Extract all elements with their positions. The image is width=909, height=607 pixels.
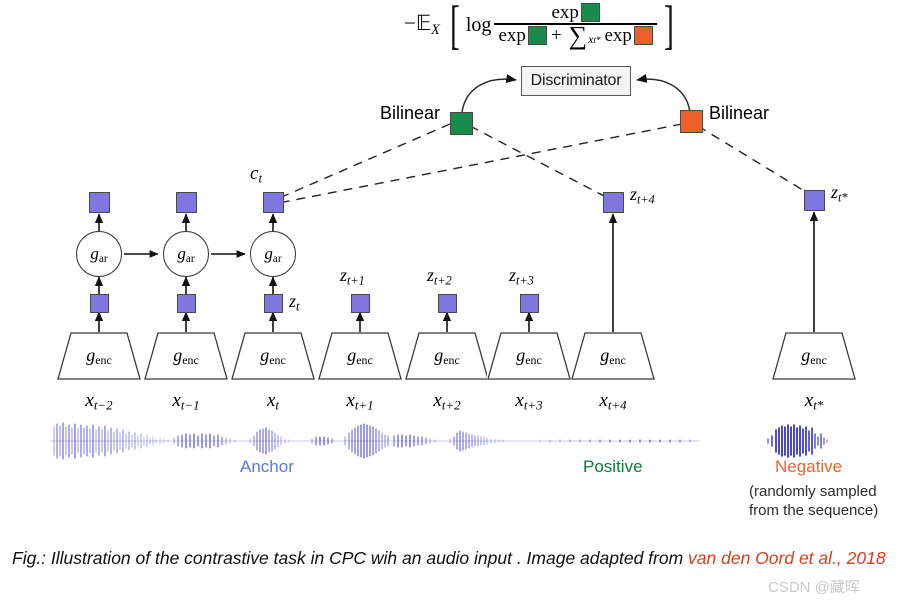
encoder-node-8: genc [772,332,856,380]
dashed-green-to-ct [283,123,451,197]
formula-prefix: −𝔼X [404,10,440,38]
encoder-label-1: genc [86,344,112,367]
context-square-2-icon [176,192,197,213]
latent-square-1-icon [90,294,109,313]
latent-square-2-icon [177,294,196,313]
latent-square-zt1-icon [351,294,370,313]
waveform-negative-strokes [767,424,828,458]
orange-to-discriminator-arrow [636,74,691,113]
gar-node-1: gar [76,231,122,277]
gar-node-3: gar [250,231,296,277]
latent-label-ztstar: zt* [831,182,848,205]
formula-numerator: exp [547,2,603,23]
denominator-green-square-icon [527,26,547,46]
latent-label-zt3: zt+3 [509,265,534,288]
negative-note: (randomly sampled from the sequence) [749,482,878,520]
bilinear-orange-square-icon [680,110,703,133]
discriminator-box[interactable]: Discriminator [521,66,631,96]
context-square-1-icon [89,192,110,213]
latent-square-zt2-icon [438,294,457,313]
numerator-exp-text: exp [551,2,579,23]
dashed-green-to-zt4 [469,125,605,197]
input-label-7: xt+4 [599,390,627,413]
formula-prefix-subscript: X [431,21,440,38]
audio-waveform-main [50,422,700,460]
encoder-label-7: genc [600,344,626,367]
input-label-5: xt+2 [433,390,461,413]
cpc-loss-formula: −𝔼X [ log exp exp + ∑ xt* exp ] [404,0,678,55]
latent-label-zt2: zt+2 [427,265,452,288]
caption-text: Fig.: Illustration of the contrastive ta… [12,548,689,568]
latent-square-ztstar-icon [804,190,825,211]
denominator-exp-text-2: exp [604,25,632,47]
latent-label-zt1: zt+1 [340,265,365,288]
encoder-node-1: genc [57,332,141,380]
input-label-4: xt+1 [346,390,374,413]
bilinear-left-label: Bilinear [380,103,441,123]
gar-node-3-label: gar [264,243,282,265]
discriminator-label: Discriminator [530,72,622,89]
numerator-green-square-icon [580,3,600,22]
negative-label: Negative [775,457,843,476]
formula-log: log [465,13,492,36]
dashed-orange-to-ztstar [697,125,807,193]
encoder-label-5: genc [434,344,460,367]
gar-node-1-label: gar [90,243,108,265]
caption-citation: van den Oord et al., 2018 [688,548,886,568]
negative-note-line-1: (randomly sampled [749,483,877,500]
input-label-1: xt−2 [85,390,113,413]
encoder-label-2: genc [173,344,199,367]
encoder-node-3: genc [231,332,315,380]
anchor-label: Anchor [240,457,294,476]
context-square-ct-icon [263,192,284,213]
encoder-node-6: genc [487,332,571,380]
formula-fraction: exp exp + ∑ xt* exp [494,2,657,50]
latent-label-zt: zt [289,291,300,314]
bilinear-right-label: Bilinear [709,103,770,123]
encoder-node-5: genc [405,332,489,380]
denominator-orange-square-icon [633,26,653,46]
denominator-plus-sign: + [550,25,562,47]
denominator-exp-text-1: exp [498,25,526,47]
latent-square-zt-icon [264,294,283,313]
csdn-watermark: CSDN @藏晖 [768,579,860,596]
bilinear-green-square-icon [450,112,473,135]
figure-canvas: −𝔼X [ log exp exp + ∑ xt* exp ] Discrimi… [0,0,909,607]
encoder-node-7: genc [571,332,655,380]
input-label-3: xt [266,390,280,413]
dashed-orange-to-ct [283,123,683,203]
input-label-6: xt+3 [515,390,543,413]
positive-label: Positive [583,457,643,476]
audio-waveform-negative [767,424,828,458]
green-to-discriminator-arrow [461,74,517,113]
latent-label-zt4: zt+4 [630,184,655,207]
summation-symbol-icon: ∑ [568,20,588,50]
context-vector-label: ct [250,163,263,186]
summation-subscript: xt* [588,32,601,47]
encoder-node-4: genc [318,332,402,380]
encoder-label-3: genc [260,344,286,367]
input-label-8: xt* [804,390,824,413]
formula-denominator: exp + ∑ xt* exp [494,20,656,50]
encoder-label-4: genc [347,344,373,367]
encoder-label-8: genc [801,344,827,367]
encoder-label-6: genc [516,344,542,367]
latent-square-zt4-icon [603,192,624,213]
gar-node-2: gar [163,231,209,277]
encoder-node-2: genc [144,332,228,380]
bracket-close-icon: ] [663,0,674,55]
latent-square-zt3-icon [520,294,539,313]
gar-node-2-label: gar [177,243,195,265]
figure-caption: Fig.: Illustration of the contrastive ta… [12,541,909,575]
negative-note-line-2: from the sequence) [749,502,879,520]
input-label-2: xt−1 [172,390,200,413]
bracket-open-icon: [ [449,0,460,55]
